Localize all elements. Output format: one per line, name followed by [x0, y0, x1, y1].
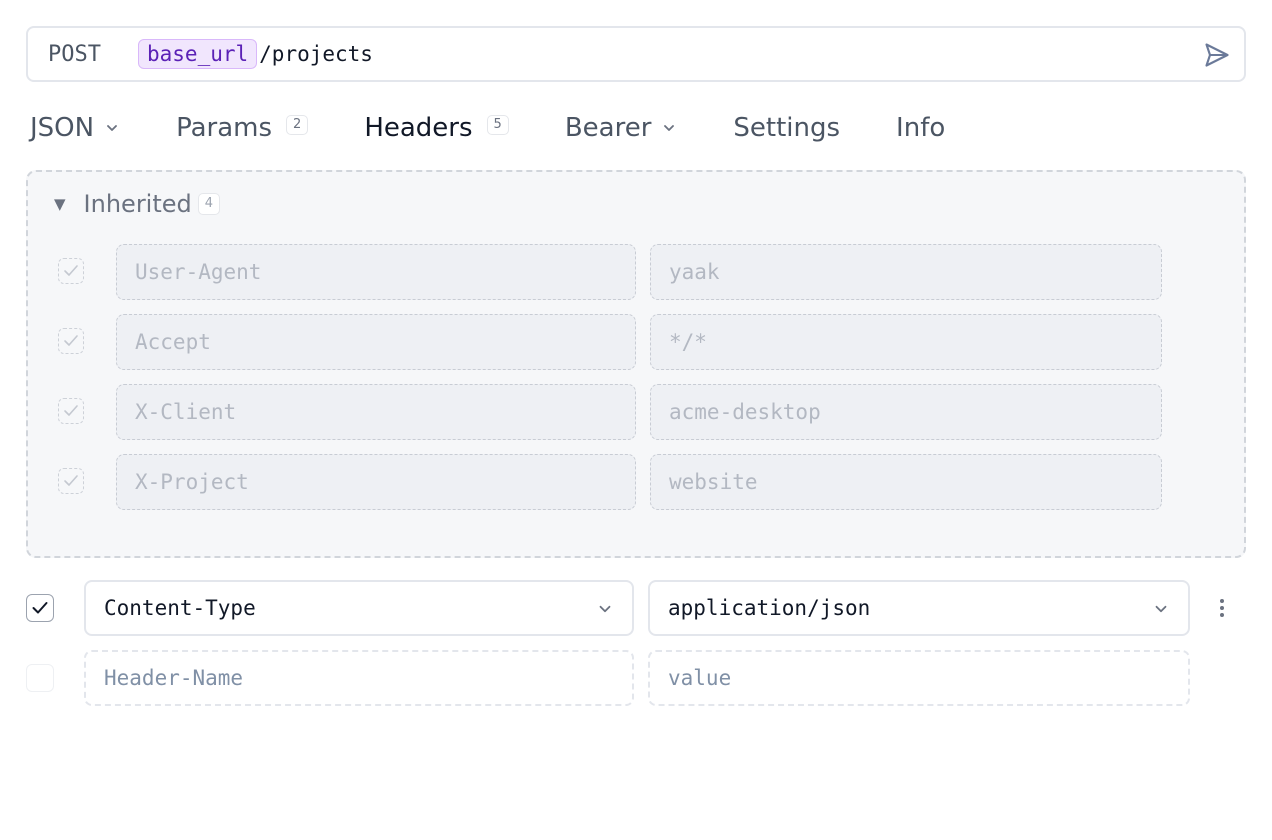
tab-settings-label: Settings	[733, 113, 841, 143]
header-name-text: Content-Type	[104, 596, 256, 620]
inherited-header-name: X-Client	[116, 384, 636, 440]
inherited-count-badge: 4	[197, 193, 221, 215]
header-value-input[interactable]: application/json	[648, 580, 1190, 636]
check-icon	[64, 265, 78, 276]
inherited-row: X-Project website	[28, 454, 1244, 510]
chevron-down-icon	[107, 125, 117, 131]
tab-bearer[interactable]: Bearer	[565, 113, 678, 143]
inherited-header-name: X-Project	[116, 454, 636, 510]
url-bar[interactable]: POST base_url /projects	[26, 26, 1246, 82]
check-icon	[32, 602, 48, 614]
tab-info-label: Info	[896, 113, 946, 143]
more-vertical-icon[interactable]	[1212, 594, 1232, 622]
inherited-header-value: */*	[650, 314, 1162, 370]
inherited-checkbox	[58, 468, 84, 494]
tab-headers[interactable]: Headers 5	[364, 113, 509, 143]
inherited-row: Accept */*	[28, 314, 1244, 370]
inherited-row: User-Agent yaak	[28, 244, 1244, 300]
new-header-value-input[interactable]: value	[648, 650, 1190, 706]
params-count-badge: 2	[286, 115, 309, 135]
inherited-header-value: website	[650, 454, 1162, 510]
tab-bearer-label: Bearer	[564, 113, 652, 143]
inherited-label: Inherited	[83, 190, 192, 218]
tab-json[interactable]: JSON	[30, 113, 120, 143]
chevron-down-icon	[664, 125, 675, 131]
header-name-input[interactable]: Content-Type	[84, 580, 634, 636]
url-input[interactable]: base_url /projects	[138, 39, 373, 69]
chevron-down-icon[interactable]	[1152, 600, 1170, 618]
method-selector[interactable]: POST	[48, 42, 138, 67]
tab-headers-label: Headers	[364, 113, 473, 143]
check-icon	[64, 475, 78, 486]
inherited-header-name: User-Agent	[116, 244, 636, 300]
inherited-checkbox	[58, 328, 84, 354]
request-tabs: JSON Params 2 Headers 5 Bearer Settings …	[30, 108, 1001, 148]
headers-count-badge: 5	[486, 115, 509, 135]
check-icon	[64, 405, 78, 416]
inherited-row: X-Client acme-desktop	[28, 384, 1244, 440]
triangle-down-icon: ▼	[54, 195, 66, 213]
tab-settings[interactable]: Settings	[733, 113, 840, 143]
new-header-checkbox	[26, 664, 54, 692]
url-variable-chip[interactable]: base_url	[138, 39, 258, 69]
send-button[interactable]	[1202, 40, 1232, 70]
url-path: /projects	[259, 42, 373, 66]
header-row: Content-Type application/json	[0, 580, 1272, 636]
tab-params-label: Params	[176, 113, 273, 143]
tab-json-label: JSON	[30, 113, 95, 143]
inherited-checkbox	[58, 258, 84, 284]
inherited-header-name: Accept	[116, 314, 636, 370]
inherited-checkbox	[58, 398, 84, 424]
chevron-down-icon[interactable]	[596, 600, 614, 618]
inherited-headers-panel: ▼ Inherited 4 User-Agent yaak Accept */*…	[26, 170, 1246, 558]
new-header-name-input[interactable]: Header-Name	[84, 650, 634, 706]
check-icon	[64, 335, 78, 346]
tab-info[interactable]: Info	[896, 113, 945, 143]
header-value-text: application/json	[668, 596, 871, 620]
inherited-header-value: acme-desktop	[650, 384, 1162, 440]
tab-params[interactable]: Params 2	[176, 113, 309, 143]
send-icon	[1205, 43, 1229, 67]
header-value-placeholder: value	[668, 666, 732, 690]
header-name-placeholder: Header-Name	[104, 666, 244, 690]
header-enabled-checkbox[interactable]	[26, 594, 54, 622]
inherited-toggle[interactable]: ▼ Inherited 4	[54, 190, 221, 218]
inherited-header-value: yaak	[650, 244, 1162, 300]
new-header-row: Header-Name value	[0, 650, 1272, 706]
